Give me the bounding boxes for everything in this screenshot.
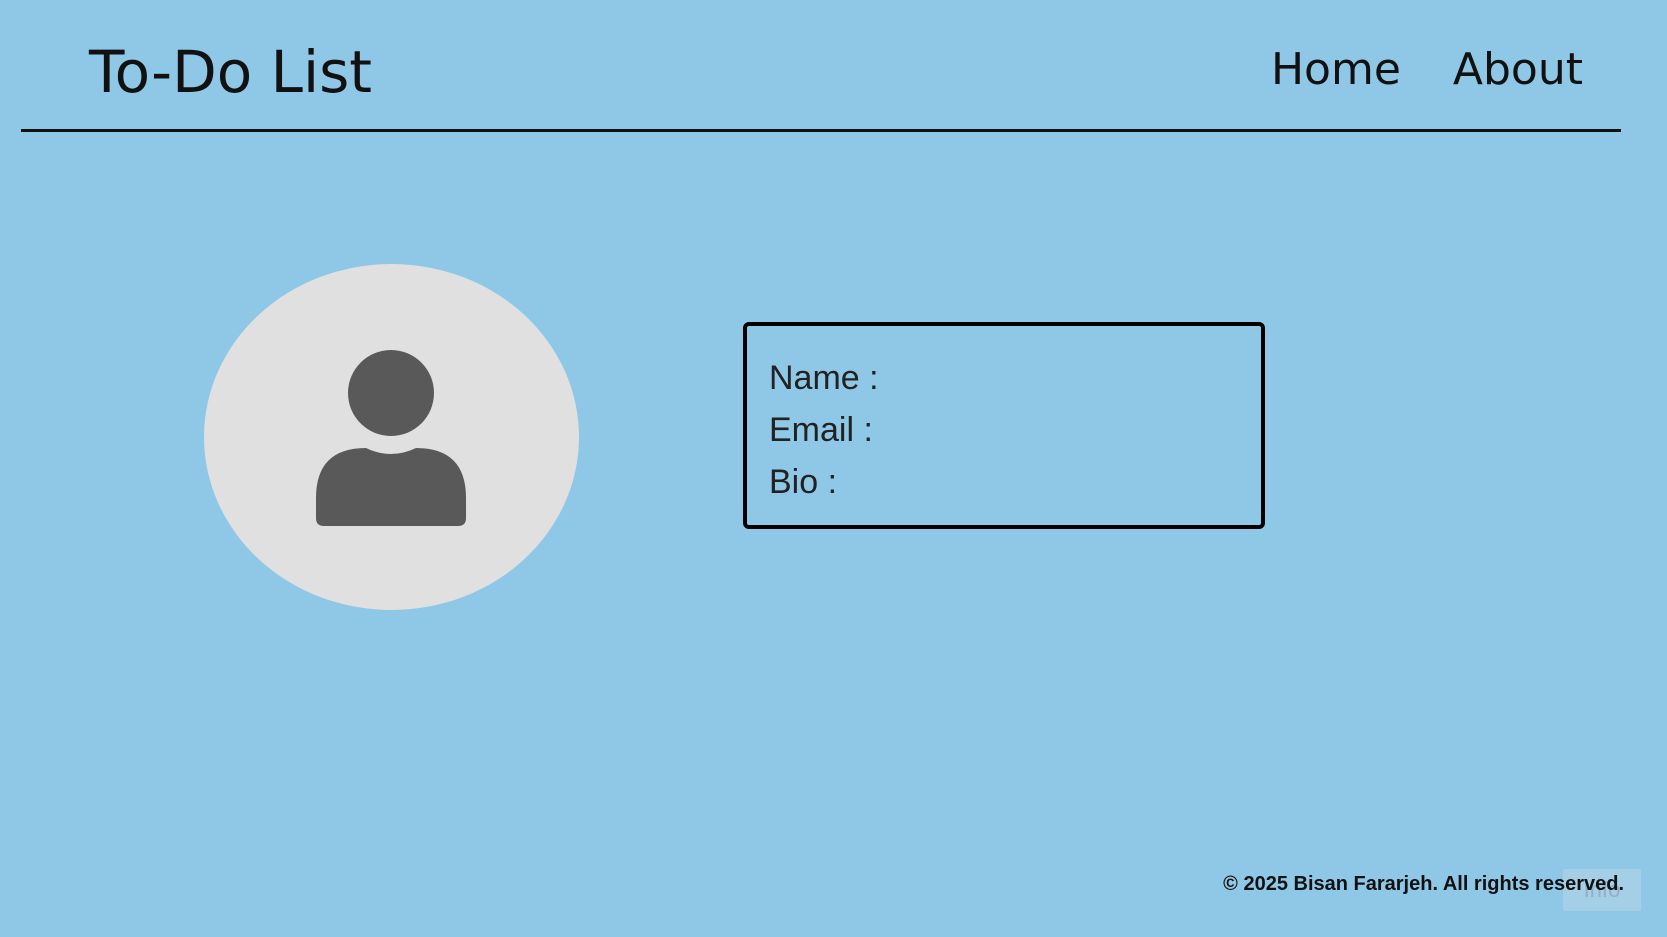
user-icon — [316, 350, 466, 526]
bio-label: Bio : — [769, 463, 838, 501]
email-label: Email : — [769, 411, 873, 449]
site-header: To-Do List Home About — [21, 0, 1621, 132]
app-title: To-Do List — [89, 38, 373, 106]
nav-about-link[interactable]: About — [1453, 44, 1583, 95]
main-nav: Home About — [1271, 44, 1583, 95]
profile-info-box: Name : Email : Bio : — [743, 322, 1265, 529]
copyright-text: © 2025 Bisan Fararjeh. All rights reserv… — [1223, 873, 1624, 895]
nav-home-link[interactable]: Home — [1271, 44, 1401, 95]
avatar — [204, 264, 579, 610]
name-label: Name : — [769, 359, 879, 397]
